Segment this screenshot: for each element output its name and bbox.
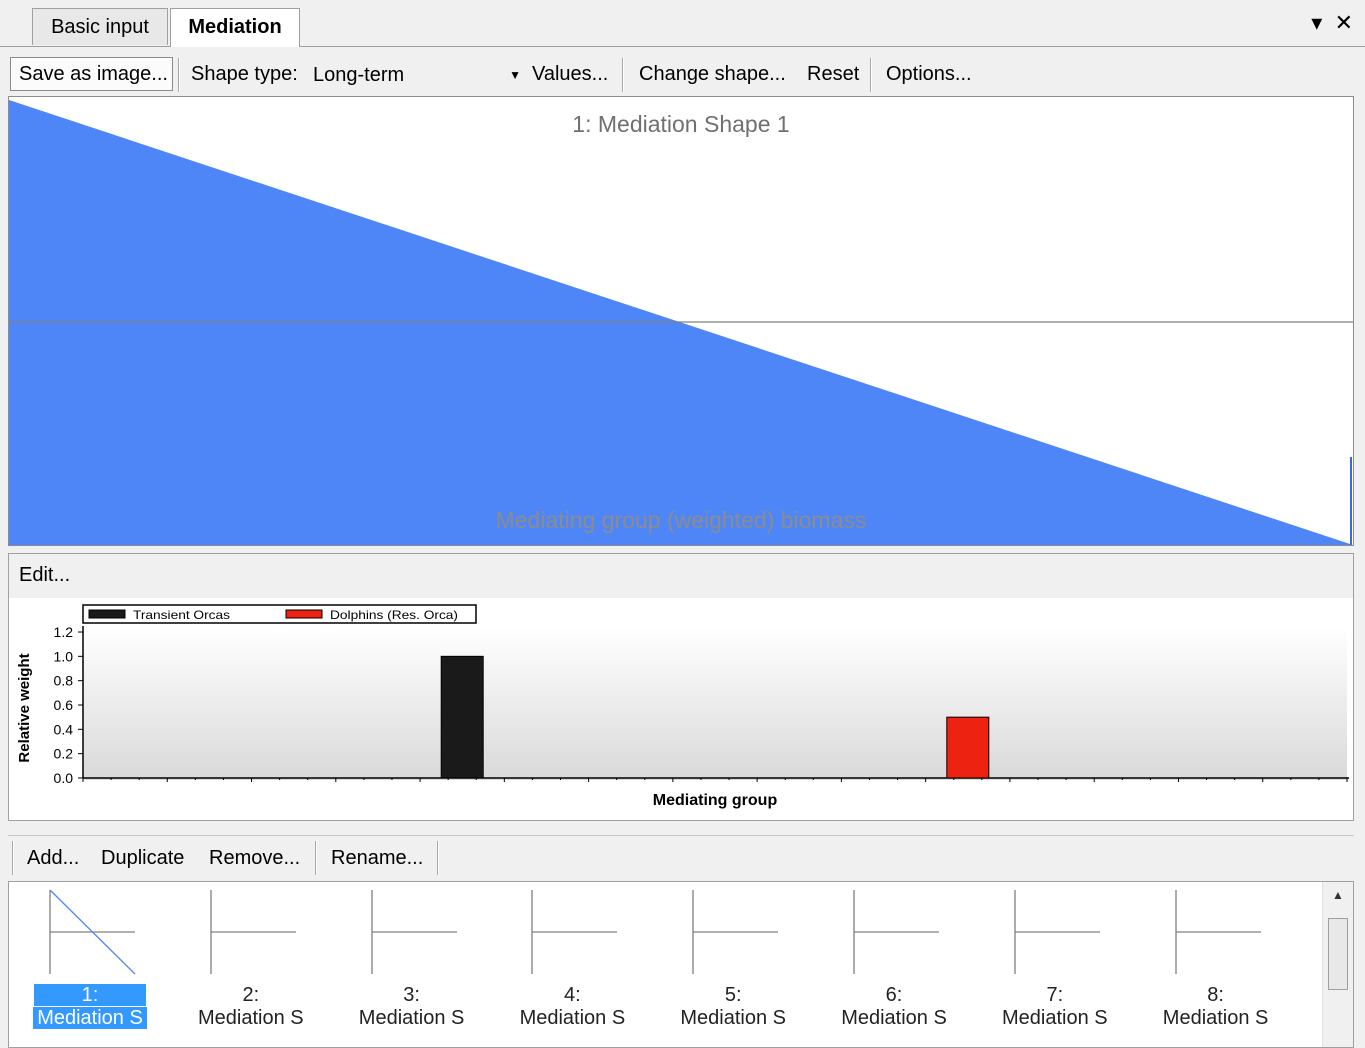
legend-label: Dolphins (Res. Orca) [330,608,458,622]
y-axis-label: Relative weight [16,653,33,762]
shape-thumbnail-graph [1174,890,1261,974]
y-axis: 0.0 0.2 0.4 0.6 0.8 1.0 1.2 [54,624,84,786]
shape-thumbnail-graph [531,890,618,974]
reset-button[interactable]: Reset [807,52,859,96]
shape-thumbnail-label: 8: Mediation S [1162,984,1269,1029]
toolbar-separator [870,58,872,92]
scroll-thumb[interactable] [1328,918,1348,990]
shape-thumbnail-label: 1: Mediation S [15,984,165,1030]
shape-thumbnail[interactable]: 4: Mediation S [497,888,647,1038]
legend-swatch [285,609,323,619]
duplicate-button[interactable]: Duplicate [101,836,184,880]
edit-button[interactable]: Edit... [19,564,70,587]
y-tick-label: 1.2 [54,624,74,640]
y-tick-label: 0.0 [54,770,74,786]
shape-thumbnail[interactable]: 3: Mediation S [337,888,487,1038]
shape-thumbnail-label: 7: Mediation S [1001,984,1108,1029]
shape-plot-title: 1: Mediation Shape 1 [572,111,790,137]
toolbar-separator [622,58,624,92]
shape-list-toolbar: Add... Duplicate Remove... Rename... [8,835,1354,882]
shape-thumbnail-label: 5: Mediation S [680,984,786,1029]
y-tick-label: 0.8 [54,673,74,689]
shape-type-value: Long-term [313,64,405,86]
shape-thumbnail-graph [1014,890,1100,974]
rename-button[interactable]: Rename... [331,836,423,880]
chevron-down-icon[interactable]: ▼ [509,58,521,92]
shape-thumbnail[interactable]: 2: Mediation S [176,888,326,1038]
shape-type-dropdown[interactable]: Long-term ▼ [313,58,523,92]
shape-thumbnail-graph [692,890,779,974]
y-tick-label: 0.6 [54,697,74,713]
window-controls: ▾ ✕ [1311,10,1353,36]
legend: Transient Orcas Dolphins (Res. Orca) [82,604,477,624]
toolbar-separator [315,841,317,875]
shape-plot[interactable]: 1: Mediation Shape 1 Mediating group (we… [8,96,1354,546]
shape-type-label: Shape type: [191,63,298,85]
shape-thumbnail[interactable]: 6: Mediation S [819,888,969,1038]
x-axis-label: Mediating group [653,792,778,809]
legend-label: Transient Orcas [133,608,230,622]
weight-panel: Edit... 0.0 0.2 0.4 0.6 0.8 1.0 1.2 Transient … [8,553,1354,821]
shape-thumbnail[interactable]: 8: Mediation S [1141,888,1291,1038]
vertical-scrollbar[interactable]: ▲ [1322,882,1353,1047]
options-button[interactable]: Options... [886,52,972,96]
change-shape-button[interactable]: Change shape... [639,52,786,96]
shape-plot-canvas [9,100,1353,545]
y-tick-label: 0.2 [54,746,74,762]
y-tick-label: 0.4 [54,721,74,737]
toolbar-separator [178,58,180,92]
shape-thumbnail-label: 4: Mediation S [519,984,626,1029]
shape-toolbar: Save as image... Shape type: Long-term ▼… [8,52,1354,96]
remove-button[interactable]: Remove... [209,836,300,880]
values-button[interactable]: Values... [532,52,608,96]
shape-thumbnail[interactable]: 1: Mediation S [15,888,165,1038]
shape-thumbnail-label: 2: Mediation S [197,984,304,1029]
toolbar-separator [12,841,14,875]
relative-weight-chart: 0.0 0.2 0.4 0.6 0.8 1.0 1.2 Transient Orcas Dol… [16,604,1349,809]
shape-thumbnail-graph [370,890,457,974]
shape-thumbnail-graph [49,889,136,975]
tab-mediation[interactable]: Mediation [170,8,300,47]
shape-thumbnail[interactable]: 5: Mediation S [658,888,808,1038]
shape-thumbnail[interactable]: 7: Mediation S [980,888,1130,1038]
shape-thumbnail-label: 6: Mediation S [841,984,947,1029]
close-icon[interactable]: ✕ [1335,10,1353,35]
dropdown-icon[interactable]: ▾ [1311,10,1322,35]
legend-swatch [88,609,126,619]
y-tick-label: 1.0 [54,648,74,664]
save-as-image-button[interactable]: Save as image... [10,57,173,91]
shape-plot-xlabel: Mediating group (weighted) biomass [495,507,867,533]
add-button[interactable]: Add... [27,836,79,880]
tab-basic-input[interactable]: Basic input [32,8,168,45]
bar-2[interactable] [946,716,990,779]
toolbar-separator [437,841,439,875]
shape-thumbnail-graph [853,890,939,974]
edit-bar: Edit... [9,554,1353,598]
plot-area [83,628,1347,780]
tab-strip: Basic input Mediation ▾ ✕ [0,0,1365,47]
bar-1[interactable] [440,655,484,779]
scroll-up-icon[interactable]: ▲ [1323,888,1353,902]
shape-list: 1: Mediation S 2: Mediation S 3: Mediation S 4… [8,881,1354,1048]
shape-thumbnail-label: 3: Mediation S [358,984,465,1029]
shape-thumbnail-graph [210,890,296,974]
